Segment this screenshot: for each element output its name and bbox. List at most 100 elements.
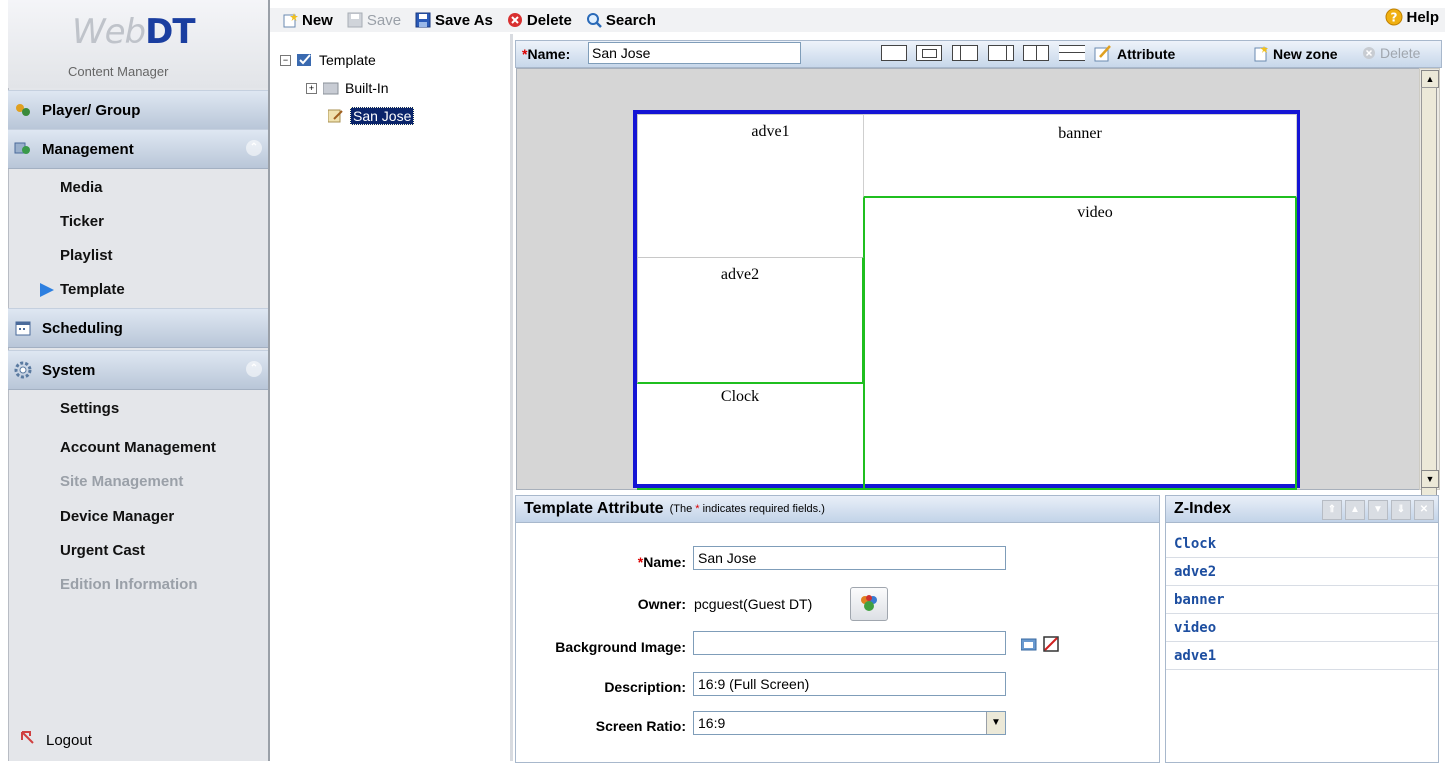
z-index-item[interactable]: video	[1166, 614, 1438, 642]
new-zone-button[interactable]: New zone	[1253, 45, 1338, 63]
sidebar: WebDT Content Manager Player/ Group Mana…	[0, 0, 270, 761]
logo-subtitle: Content Manager	[68, 64, 169, 79]
sidebar-item-urgent-cast[interactable]: Urgent Cast	[60, 542, 145, 559]
zone-clock[interactable]: Clock	[637, 382, 865, 490]
z-index-item[interactable]: Clock	[1166, 530, 1438, 558]
sidebar-item-settings[interactable]: Settings	[60, 400, 119, 417]
tree-node-label-selected: San Jose	[350, 107, 415, 125]
tree-node-template[interactable]: − Template	[280, 52, 376, 68]
layout-right-sidebar-icon[interactable]	[988, 45, 1014, 61]
collapse-icon[interactable]: −	[280, 54, 291, 66]
chevron-up-icon[interactable]: ⌃	[246, 361, 262, 377]
screen-ratio-select[interactable]: 16:9 ▼	[693, 711, 1006, 735]
scroll-thumb[interactable]	[1421, 87, 1437, 497]
delete-icon	[507, 12, 523, 28]
layout-inset-icon[interactable]	[916, 45, 942, 61]
sidebar-section-scheduling[interactable]: Scheduling	[8, 308, 268, 348]
attribute-edit-icon	[1094, 45, 1112, 63]
canvas-scrollbar[interactable]: ▲ ▼	[1419, 68, 1440, 497]
attribute-button[interactable]: Attribute	[1094, 45, 1175, 63]
background-image-input[interactable]	[693, 631, 1006, 655]
chevron-up-icon[interactable]: ⌃	[246, 140, 262, 156]
gear-icon	[14, 361, 32, 379]
sidebar-section-label: Management	[42, 140, 134, 158]
z-index-controls: ⇑ ▲ ▼ ⇓ ✕	[1322, 500, 1434, 520]
attr-name-label-text: Name:	[643, 554, 686, 570]
zone-label: Clock	[720, 388, 760, 405]
tree-node-label: Template	[319, 52, 376, 68]
new-zone-icon	[1253, 45, 1269, 63]
logout-icon	[20, 730, 36, 750]
layout-single-icon[interactable]	[881, 45, 907, 61]
z-index-item[interactable]: adve2	[1166, 558, 1438, 586]
description-input[interactable]: 16:9 (Full Screen)	[693, 672, 1006, 696]
background-image-label: Background Image:	[555, 639, 686, 655]
z-index-item[interactable]: banner	[1166, 586, 1438, 614]
sidebar-section-system[interactable]: System ⌃	[8, 350, 268, 390]
zone-video[interactable]: video	[863, 198, 1297, 490]
save-as-button[interactable]: Save As	[415, 12, 493, 29]
management-icon	[14, 140, 32, 158]
search-icon	[586, 12, 602, 28]
move-down-icon[interactable]: ▼	[1368, 500, 1388, 520]
layout-two-row-icon[interactable]	[1059, 45, 1085, 61]
scroll-up-icon[interactable]: ▲	[1421, 70, 1439, 88]
scroll-down-icon[interactable]: ▼	[1421, 470, 1439, 488]
zone-banner[interactable]: banner	[863, 114, 1297, 198]
attr-name-input[interactable]: San Jose	[693, 546, 1006, 570]
template-tree: − Template + Built-In San Jose	[270, 34, 513, 761]
logout-link[interactable]: Logout	[20, 730, 92, 750]
move-bottom-icon[interactable]: ⇓	[1391, 500, 1411, 520]
owner-select-button[interactable]	[850, 587, 888, 621]
template-frame: adve1 banner video adve2 Clock	[633, 110, 1300, 490]
template-editor-bar: *Name: Attribute New zone Delete	[515, 40, 1442, 68]
help-icon: ?	[1385, 8, 1403, 26]
sidebar-section-management[interactable]: Management ⌃	[8, 129, 268, 169]
template-name-input[interactable]	[588, 42, 801, 64]
save-as-icon	[415, 12, 431, 28]
delete-button[interactable]: Delete	[507, 12, 572, 29]
sidebar-section-player-group[interactable]: Player/ Group	[8, 90, 268, 130]
logo-wordmark: WebDT	[72, 12, 196, 52]
sidebar-item-edition-information: Edition Information	[60, 576, 198, 593]
tree-node-san-jose[interactable]: San Jose	[327, 107, 415, 125]
tree-node-built-in[interactable]: + Built-In	[306, 80, 389, 96]
clear-image-icon[interactable]	[1043, 636, 1059, 655]
owner-value: pcguest(Guest DT)	[694, 596, 813, 612]
delete-zone-label: Delete	[1380, 45, 1421, 61]
name-label: *Name:	[522, 46, 570, 62]
logo-dt: DT	[145, 12, 195, 52]
layout-two-column-icon[interactable]	[1023, 45, 1049, 61]
move-up-icon[interactable]: ▲	[1345, 500, 1365, 520]
sidebar-item-template[interactable]: Template	[60, 281, 125, 298]
z-index-title: Z-Index	[1174, 500, 1231, 517]
remove-icon[interactable]: ✕	[1414, 500, 1434, 520]
expand-icon[interactable]: +	[306, 82, 317, 94]
delete-label: Delete	[526, 11, 572, 29]
sidebar-section-label: System	[42, 361, 96, 379]
sidebar-item-account-management[interactable]: Account Management	[60, 439, 216, 456]
zone-label: video	[1077, 204, 1113, 221]
move-top-icon[interactable]: ⇑	[1322, 500, 1342, 520]
delete-zone-button[interactable]: Delete	[1362, 45, 1420, 61]
sidebar-item-media[interactable]: Media	[60, 179, 103, 196]
help-button[interactable]: ? Help	[1385, 8, 1439, 26]
browse-image-icon[interactable]	[1020, 637, 1037, 654]
attribute-panel-title: Template Attribute	[524, 500, 664, 517]
zone-adve2[interactable]: adve2	[637, 257, 864, 384]
screen-ratio-value: 16:9	[698, 715, 726, 731]
zone-adve1[interactable]: adve1	[637, 114, 864, 258]
attribute-label: Attribute	[1117, 46, 1176, 62]
sidebar-item-device-manager[interactable]: Device Manager	[60, 508, 174, 525]
z-index-item[interactable]: adve1	[1166, 642, 1438, 670]
tree-node-label: Built-In	[345, 80, 389, 96]
save-button[interactable]: Save	[347, 12, 401, 29]
template-attribute-panel: Template Attribute (The * indicates requ…	[515, 495, 1160, 763]
chevron-down-icon[interactable]: ▼	[986, 712, 1005, 734]
search-button[interactable]: Search	[586, 12, 656, 29]
layout-left-sidebar-icon[interactable]	[952, 45, 978, 61]
new-button[interactable]: New	[282, 12, 333, 29]
folder-icon	[322, 81, 339, 95]
sidebar-item-playlist[interactable]: Playlist	[60, 247, 113, 264]
sidebar-item-ticker[interactable]: Ticker	[60, 213, 104, 230]
